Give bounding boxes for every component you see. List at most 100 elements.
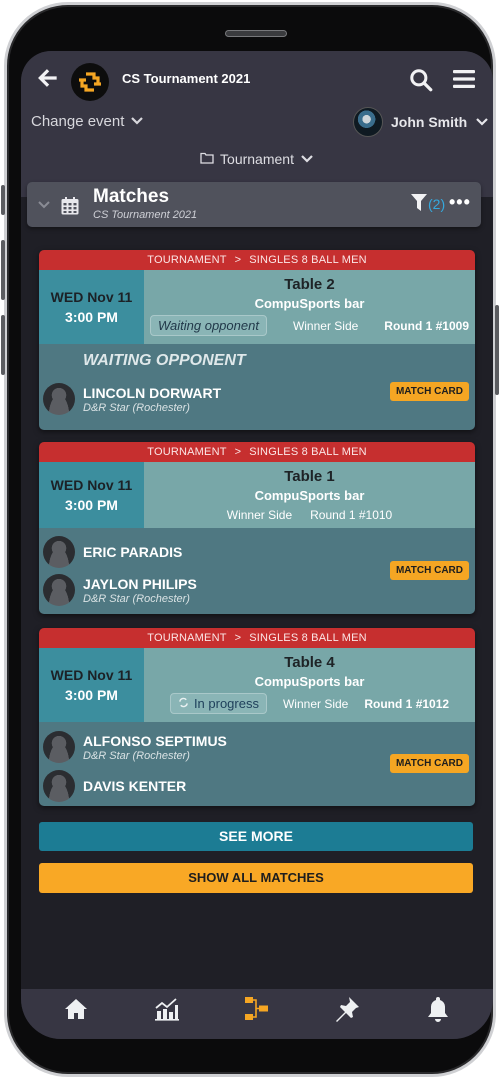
match-round: Round 1 #1012: [364, 696, 450, 711]
match-round: Round 1 #1009: [384, 318, 469, 333]
section-selector[interactable]: Tournament: [21, 151, 493, 167]
player-avatar: [43, 770, 75, 802]
refresh-icon: [178, 696, 189, 711]
player-name: ALFONSO SEPTIMUS: [83, 732, 227, 749]
breadcrumb-event[interactable]: TOURNAMENT: [147, 254, 226, 266]
cs-logo-icon: [71, 63, 109, 101]
bottom-navigation: [21, 989, 493, 1039]
match-card: TOURNAMENT > SINGLES 8 BALL MEN WED Nov 11…: [39, 628, 475, 806]
top-bar: CS Tournament 2021 Change event John Smi…: [21, 51, 493, 197]
change-event-label: Change event: [31, 113, 125, 130]
change-event-dropdown[interactable]: Change event: [31, 113, 144, 130]
nav-home[interactable]: [61, 996, 91, 1026]
section-selector-label: Tournament: [220, 151, 294, 167]
match-info: WED Nov 11 3:00 PM Table 2 CompuSports b…: [39, 270, 475, 344]
more-options-icon[interactable]: •••: [449, 192, 471, 213]
hamburger-menu-icon[interactable]: [452, 68, 476, 90]
match-players: WAITING OPPONENT LINCOLN DORWART D&R Sta…: [39, 344, 475, 430]
bracket-icon: [244, 996, 270, 1027]
chevron-right-icon: >: [234, 254, 242, 266]
chevron-down-icon: [300, 151, 314, 167]
nav-notifications[interactable]: [423, 996, 453, 1026]
match-venue: Table 4 CompuSports bar In progress Winn…: [144, 648, 475, 722]
match-location: CompuSports bar: [254, 296, 365, 311]
chevron-down-icon: [475, 114, 489, 130]
match-breadcrumb: TOURNAMENT > SINGLES 8 BALL MEN: [39, 442, 475, 462]
player-row[interactable]: DAVIS KENTER: [39, 768, 475, 804]
phone-frame: CS Tournament 2021 Change event John Smi…: [1, 2, 499, 1077]
see-more-button[interactable]: SEE MORE: [39, 822, 473, 851]
player-avatar: [43, 536, 75, 568]
match-table: Table 2: [284, 276, 335, 293]
player-club: D&R Star (Rochester): [83, 401, 190, 414]
match-card: TOURNAMENT > SINGLES 8 BALL MEN WED Nov 11…: [39, 250, 475, 430]
nav-brackets[interactable]: [242, 996, 272, 1026]
home-icon: [64, 998, 88, 1025]
phone-power-button: [495, 305, 499, 395]
breadcrumb-division[interactable]: SINGLES 8 BALL MEN: [249, 254, 367, 266]
match-datetime: WED Nov 11 3:00 PM: [39, 270, 144, 344]
phone-side-button: [1, 185, 5, 215]
chevron-down-icon: [130, 113, 144, 130]
match-date: WED Nov 11: [50, 477, 133, 493]
match-venue: Table 2 CompuSports bar Waiting opponent…: [144, 270, 475, 344]
breadcrumb-division[interactable]: SINGLES 8 BALL MEN: [249, 446, 367, 458]
match-table: Table 4: [284, 654, 335, 671]
user-menu[interactable]: John Smith: [353, 107, 489, 137]
chevron-down-icon[interactable]: [37, 197, 51, 215]
player-name: LINCOLN DORWART: [83, 384, 222, 401]
status-badge: Waiting opponent: [150, 315, 267, 336]
calendar-icon: [60, 196, 80, 221]
match-info: WED Nov 11 3:00 PM Table 4 CompuSports b…: [39, 648, 475, 722]
player-avatar: [43, 383, 75, 415]
breadcrumb-division[interactable]: SINGLES 8 BALL MEN: [249, 632, 367, 644]
match-side: Winner Side: [226, 508, 293, 522]
nav-pinned[interactable]: [332, 996, 362, 1026]
chevron-right-icon: >: [234, 632, 242, 644]
match-table: Table 1: [284, 468, 335, 485]
arrow-left-icon[interactable]: [35, 65, 61, 91]
search-icon[interactable]: [408, 67, 434, 93]
app-title: CS Tournament 2021: [122, 71, 251, 86]
phone-volume-down-button: [1, 315, 5, 375]
match-time: 3:00 PM: [65, 497, 118, 513]
match-card: TOURNAMENT > SINGLES 8 BALL MEN WED Nov 11…: [39, 442, 475, 614]
match-location: CompuSports bar: [254, 488, 365, 503]
nav-stats[interactable]: [152, 996, 182, 1026]
filter-button[interactable]: (2): [411, 194, 445, 214]
match-venue: Table 1 CompuSports bar Winner Side Roun…: [144, 462, 475, 528]
player-club: D&R Star (Rochester): [83, 592, 190, 605]
match-breadcrumb: TOURNAMENT > SINGLES 8 BALL MEN: [39, 250, 475, 270]
filter-count: (2): [428, 196, 446, 212]
filter-icon: [411, 194, 427, 214]
breadcrumb-event[interactable]: TOURNAMENT: [147, 632, 226, 644]
pin-icon: [334, 996, 360, 1027]
match-info: WED Nov 11 3:00 PM Table 1 CompuSports b…: [39, 462, 475, 528]
folder-icon: [200, 151, 214, 167]
breadcrumb-event[interactable]: TOURNAMENT: [147, 446, 226, 458]
match-card-button[interactable]: MATCH CARD: [389, 382, 469, 401]
stats-chart-icon: [154, 996, 180, 1027]
player-name: ERIC PARADIS: [83, 544, 183, 560]
matches-panel-header: Matches CS Tournament 2021 (2) •••: [27, 182, 481, 227]
player-avatar: [43, 731, 75, 763]
match-card-button[interactable]: MATCH CARD: [389, 754, 469, 773]
status-badge: In progress: [169, 693, 267, 714]
panel-title: Matches: [93, 186, 170, 207]
player-club: D&R Star (Rochester): [83, 749, 190, 762]
phone-volume-up-button: [1, 240, 5, 300]
match-date: WED Nov 11: [50, 289, 133, 305]
match-time: 3:00 PM: [65, 309, 118, 325]
show-all-matches-button[interactable]: SHOW ALL MATCHES: [39, 863, 473, 893]
status-label: In progress: [193, 696, 259, 711]
match-datetime: WED Nov 11 3:00 PM: [39, 648, 144, 722]
chevron-right-icon: >: [234, 446, 242, 458]
waiting-opponent-label: WAITING OPPONENT: [83, 352, 246, 369]
panel-subtitle: CS Tournament 2021: [93, 209, 198, 221]
match-players: ERIC PARADIS JAYLON PHILIPS D&R Star (Ro…: [39, 528, 475, 614]
match-date: WED Nov 11: [50, 667, 133, 683]
user-name: John Smith: [391, 114, 468, 130]
match-card-button[interactable]: MATCH CARD: [389, 561, 469, 580]
user-avatar: [353, 107, 383, 137]
player-avatar: [43, 574, 75, 606]
